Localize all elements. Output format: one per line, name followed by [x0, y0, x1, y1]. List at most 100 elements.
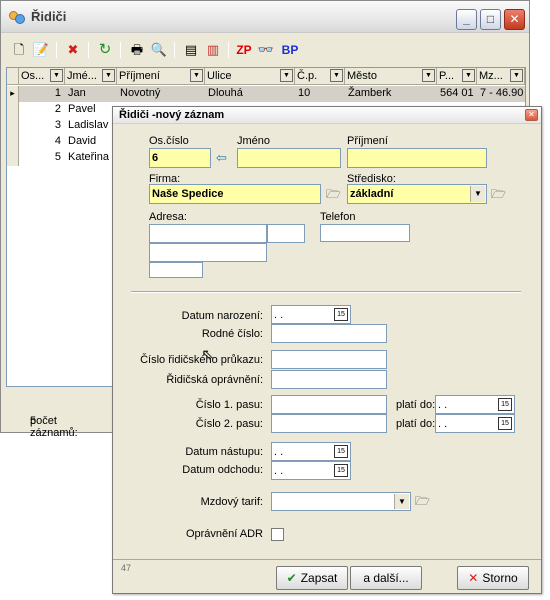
folder-icon[interactable]: 🗁 [415, 492, 430, 513]
search-icon[interactable]: 🔍 [150, 41, 168, 59]
close-button[interactable]: ✕ [504, 9, 525, 30]
calendar-icon[interactable]: 15 [334, 308, 348, 321]
folder-icon[interactable]: 🗁 [491, 185, 506, 206]
telefon-input[interactable] [320, 224, 410, 242]
telefon-label: Telefon [320, 211, 356, 223]
adresa-zip-input[interactable] [149, 262, 203, 278]
chevron-down-icon[interactable]: ▼ [462, 69, 475, 82]
ridicska-opravneni-label: Řidičská oprávnění: [166, 374, 263, 386]
calendar-icon[interactable]: 15 [334, 464, 348, 477]
rodne-cislo-input[interactable] [271, 324, 387, 343]
chevron-down-icon[interactable]: ▼ [50, 69, 63, 82]
chevron-down-icon[interactable]: ▼ [330, 69, 343, 82]
cislo-1-pasu-label: Číslo 1. pasu: [195, 399, 263, 411]
record-id: 47 [121, 563, 132, 573]
column-header-os[interactable]: Os... ▼ [19, 68, 65, 85]
minimize-button[interactable]: _ [456, 9, 477, 30]
column-header-jmeno[interactable]: Jmé... ▼ [65, 68, 117, 85]
cell-jmeno: David [68, 135, 97, 147]
delete-icon[interactable]: ✖ [64, 41, 82, 59]
calendar-icon[interactable]: 15 [498, 398, 512, 411]
maximize-button[interactable]: □ [480, 9, 501, 30]
datum-narozeni-input[interactable]: . . 15 [271, 305, 351, 324]
cislo-1-pasu-input[interactable] [271, 395, 387, 414]
plati-do-label: platí do: [396, 418, 436, 430]
report-icon[interactable]: ▥ [204, 41, 222, 59]
plati-do-1-input[interactable]: . . 15 [435, 395, 515, 414]
cell-os: 4 [54, 135, 61, 147]
toolbar-separator [174, 42, 175, 58]
new-record-dialog: Řidiči -nový záznam ✕ Os.číslo 6 ⇦ Jméno… [112, 106, 542, 594]
list-icon[interactable]: ▤ [182, 41, 200, 59]
calendar-icon[interactable]: 15 [498, 417, 512, 430]
adresa-number-input[interactable] [267, 224, 305, 243]
calendar-icon[interactable]: 15 [334, 445, 348, 458]
cislo-ridicskeho-label: Číslo řidičského průkazu: [140, 354, 263, 366]
save-and-next-button[interactable]: a další... [350, 566, 422, 590]
adresa-city-input[interactable] [149, 243, 267, 262]
zp-button[interactable]: ZP [234, 41, 254, 59]
adresa-street-input[interactable] [149, 224, 267, 243]
cell-jmeno: Ladislav [68, 119, 109, 131]
os-cislo-input[interactable]: 6 [149, 148, 211, 168]
cislo-2-pasu-input[interactable] [271, 414, 387, 433]
mzdovy-tarif-select[interactable]: ▼ [271, 492, 411, 511]
chevron-down-icon[interactable]: ▼ [470, 186, 485, 202]
cell-os: 3 [54, 119, 61, 131]
stredisko-select[interactable]: základní ▼ [347, 184, 487, 204]
column-header-mzda[interactable]: Mz... ▼ [477, 68, 525, 85]
save-button[interactable]: ✔ Zapsat [276, 566, 348, 590]
cell-os: 2 [54, 103, 61, 115]
x-icon: ✕ [468, 571, 479, 585]
datum-nastupu-input[interactable]: . . 15 [271, 442, 351, 461]
toolbar-separator [88, 42, 89, 58]
cell-jmeno: Jan [68, 87, 86, 99]
column-header-cp[interactable]: Č.p. ▼ [295, 68, 345, 85]
chevron-down-icon[interactable]: ▼ [422, 69, 435, 82]
dialog-titlebar[interactable]: Řidiči -nový záznam ✕ [113, 107, 541, 124]
cell-mzda: 7 - 46.90 [480, 87, 524, 99]
ridicska-opravneni-input[interactable] [271, 370, 387, 389]
table-row[interactable]: ▸ 1 Jan Novotný Dlouhá 10 Žamberk 564 01… [7, 86, 525, 102]
binoculars-icon[interactable]: 👓 [257, 41, 275, 59]
jmeno-label: Jméno [237, 135, 271, 147]
refresh-icon[interactable]: ↻ [96, 41, 114, 59]
datum-narozeni-label: Datum narození: [181, 310, 263, 322]
cell-jmeno: Pavel [68, 103, 96, 115]
chevron-down-icon[interactable]: ▼ [280, 69, 293, 82]
section-divider [131, 291, 521, 293]
main-titlebar[interactable]: Řidiči _ □ ✕ [1, 1, 529, 33]
os-cislo-label: Os.číslo [149, 135, 189, 147]
column-header-mesto[interactable]: Město ▼ [345, 68, 437, 85]
check-icon: ✔ [286, 571, 297, 585]
prijmeni-input[interactable] [347, 148, 487, 168]
cislo-ridicskeho-input[interactable] [271, 350, 387, 369]
arrow-left-icon[interactable]: ⇦ [216, 150, 227, 166]
opravneni-adr-checkbox[interactable] [271, 528, 284, 541]
toolbar-separator [120, 42, 121, 58]
chevron-down-icon[interactable]: ▼ [102, 69, 115, 82]
firma-input[interactable]: Naše Spedice [149, 184, 321, 204]
column-header-ulice[interactable]: Ulice ▼ [205, 68, 295, 85]
prijmeni-label: Příjmení [347, 135, 388, 147]
chevron-down-icon[interactable]: ▼ [510, 69, 523, 82]
opravneni-adr-label: Oprávnění ADR [185, 528, 263, 540]
folder-icon[interactable]: 🗁 [326, 185, 341, 206]
jmeno-input[interactable] [237, 148, 341, 168]
rodne-cislo-label: Rodné číslo: [201, 328, 263, 340]
edit-document-icon[interactable]: 📝 [32, 41, 50, 59]
dialog-close-icon[interactable]: ✕ [525, 109, 538, 121]
cancel-button[interactable]: ✕ Storno [457, 566, 529, 590]
column-header-prijmeni[interactable]: Příjmení ▼ [117, 68, 205, 85]
chevron-down-icon[interactable]: ▼ [190, 69, 203, 82]
new-document-icon[interactable]: 🗋 [10, 41, 28, 59]
cell-os: 5 [54, 151, 61, 163]
bp-button[interactable]: BP [280, 41, 300, 59]
column-header-psc[interactable]: P... ▼ [437, 68, 477, 85]
chevron-down-icon[interactable]: ▼ [394, 494, 409, 509]
dialog-title: Řidiči -nový záznam [119, 109, 225, 121]
row-indicator [7, 118, 19, 134]
plati-do-2-input[interactable]: . . 15 [435, 414, 515, 433]
datum-odchodu-input[interactable]: . . 15 [271, 461, 351, 480]
print-icon[interactable]: 🖶 [128, 41, 146, 59]
